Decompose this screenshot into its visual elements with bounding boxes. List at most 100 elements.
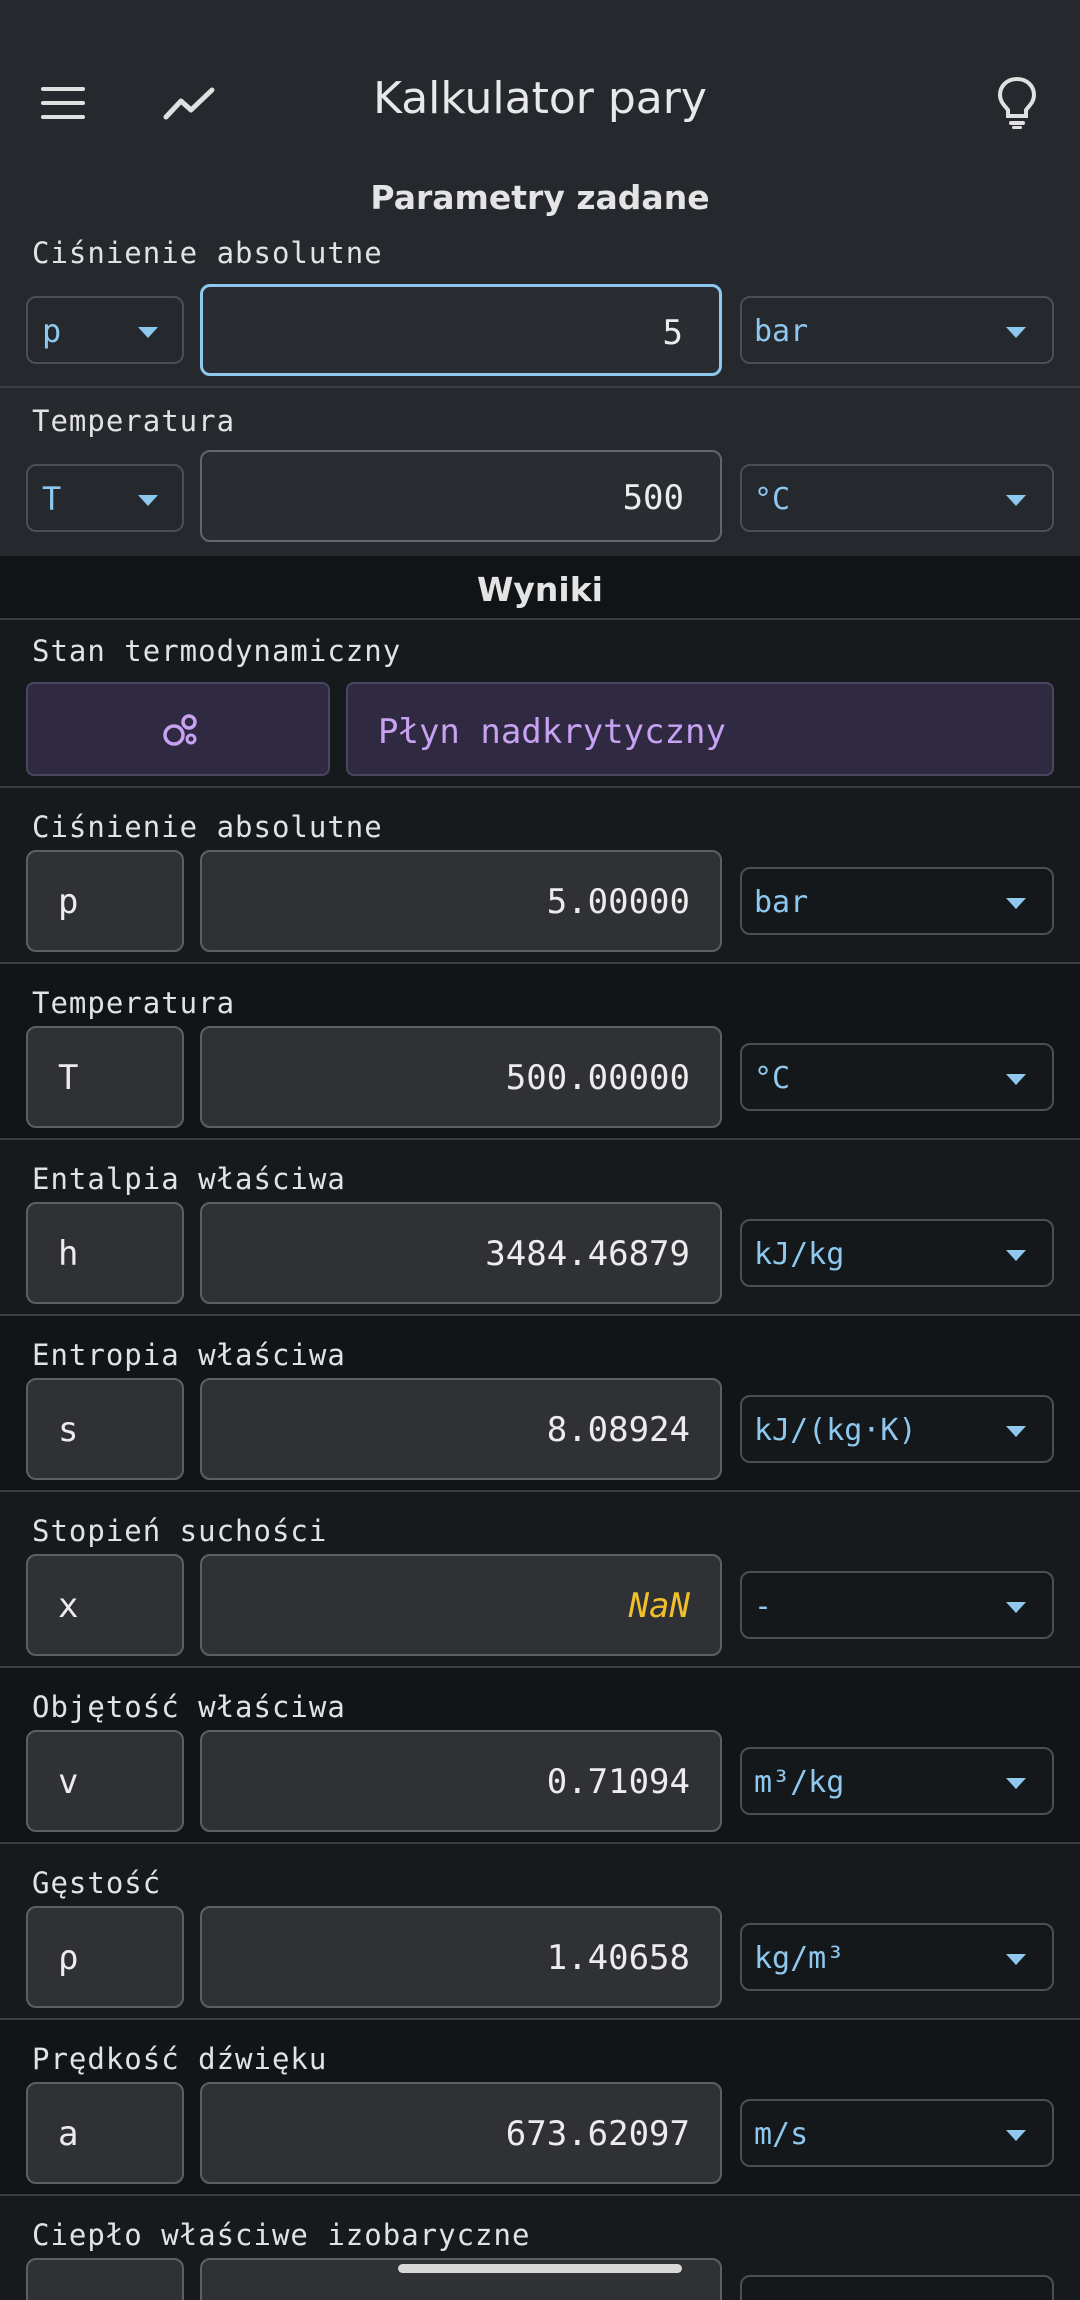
symbol-text: s	[58, 1410, 79, 1450]
result-value: 3484.46879	[485, 1234, 690, 1274]
symbol-text: p	[58, 882, 79, 922]
results-header: Wyniki	[0, 556, 1080, 620]
unit-select[interactable]: m³/kg	[740, 1747, 1054, 1815]
unit-select[interactable]: °C	[740, 1043, 1054, 1111]
symbol-select[interactable]: T	[26, 464, 184, 532]
input-row-pressure: Ciśnienie absolutne p 5 bar	[0, 212, 1080, 388]
result-value: 1.40658	[546, 1938, 690, 1978]
result-row-pressure: Ciśnienie absolutne p 5.00000 bar	[0, 788, 1080, 964]
unit-select-value: bar	[754, 885, 809, 920]
state-value: Płyn nadkrytyczny	[378, 712, 726, 752]
result-row-enthalpy: Entalpia właściwa h 3484.46879 kJ/kg	[0, 1140, 1080, 1316]
result-value: 0.71094	[546, 1762, 690, 1802]
result-row-dryness: Stopień suchości x NaN -	[0, 1492, 1080, 1668]
result-symbol	[26, 2258, 184, 2300]
home-indicator[interactable]	[398, 2264, 682, 2273]
result-label: Entropia właściwa	[32, 1338, 346, 1372]
result-value: NaN	[628, 1586, 690, 1626]
input-label: Ciśnienie absolutne	[32, 236, 383, 270]
state-value-box: Płyn nadkrytyczny	[346, 682, 1054, 776]
result-label: Temperatura	[32, 986, 236, 1020]
symbol-text: v	[58, 1762, 79, 1802]
result-value-field[interactable]: 3484.46879	[200, 1202, 722, 1304]
result-row-density: Gęstość ρ 1.40658 kg/m³	[0, 1844, 1080, 2020]
symbol-text: x	[58, 1586, 79, 1626]
unit-select[interactable]: bar	[740, 296, 1054, 364]
result-symbol: ρ	[26, 1906, 184, 2008]
temperature-input[interactable]: 500	[200, 450, 722, 542]
result-label: Prędkość dźwięku	[32, 2042, 328, 2076]
unit-select-value: °C	[754, 482, 791, 517]
result-row-heat-capacity: Ciepło właściwe izobaryczne	[0, 2196, 1080, 2300]
result-symbol: T	[26, 1026, 184, 1128]
unit-select[interactable]	[740, 2275, 1054, 2300]
result-label: Ciśnienie absolutne	[32, 810, 383, 844]
result-row-sound-speed: Prędkość dźwięku a 673.62097 m/s	[0, 2020, 1080, 2196]
unit-select-value: m/s	[754, 2117, 809, 2152]
result-value-field[interactable]: NaN	[200, 1554, 722, 1656]
result-value: 500.00000	[505, 1058, 690, 1098]
result-label: Stopień suchości	[32, 1514, 328, 1548]
result-value: 673.62097	[505, 2114, 690, 2154]
lightbulb-icon	[997, 76, 1037, 129]
unit-select-value: m³/kg	[754, 1765, 845, 1800]
unit-select[interactable]: kJ/(kg·K)	[740, 1395, 1054, 1463]
pressure-input[interactable]: 5	[200, 284, 722, 376]
unit-select-value: kJ/kg	[754, 1237, 845, 1272]
symbol-select-value: T	[42, 480, 62, 518]
result-value-field[interactable]: 500.00000	[200, 1026, 722, 1128]
result-label: Objętość właściwa	[32, 1690, 346, 1724]
result-symbol: h	[26, 1202, 184, 1304]
unit-select-value: bar	[754, 314, 809, 349]
symbol-text: ρ	[58, 1938, 79, 1978]
unit-select[interactable]: kJ/kg	[740, 1219, 1054, 1287]
symbol-text: h	[58, 1234, 79, 1274]
chevron-down-icon	[1006, 898, 1026, 909]
unit-select-value: -	[754, 1589, 773, 1624]
chevron-down-icon	[1006, 1602, 1026, 1613]
input-value: 5	[662, 313, 683, 353]
symbol-text: a	[58, 2114, 79, 2154]
chart-button[interactable]	[144, 58, 234, 148]
chevron-down-icon	[138, 495, 158, 506]
state-label: Stan termodynamiczny	[32, 634, 402, 668]
input-value: 500	[622, 478, 684, 518]
symbol-select-value: p	[42, 312, 62, 350]
chevron-down-icon	[1006, 1426, 1026, 1437]
unit-select-value: kg/m³	[754, 1941, 845, 1976]
result-row-entropy: Entropia właściwa s 8.08924 kJ/(kg·K)	[0, 1316, 1080, 1492]
hint-button[interactable]	[972, 58, 1062, 148]
chevron-down-icon	[138, 327, 158, 338]
input-section: Kalkulator pary Parametry zadane Ciśnien…	[0, 0, 1080, 556]
unit-select[interactable]: -	[740, 1571, 1054, 1639]
chevron-down-icon	[1006, 1954, 1026, 1965]
chevron-down-icon	[1006, 1250, 1026, 1261]
state-icon-box	[26, 682, 330, 776]
unit-select-value: kJ/(kg·K)	[754, 1413, 917, 1448]
result-value-field[interactable]: 5.00000	[200, 850, 722, 952]
result-label: Ciepło właściwe izobaryczne	[32, 2218, 531, 2252]
result-value-field[interactable]: 0.71094	[200, 1730, 722, 1832]
chevron-down-icon	[1006, 327, 1026, 338]
chevron-down-icon	[1006, 2130, 1026, 2141]
trend-chart-icon	[163, 87, 215, 120]
menu-button[interactable]	[18, 58, 108, 148]
unit-select[interactable]: m/s	[740, 2099, 1054, 2167]
result-value-field[interactable]: 673.62097	[200, 2082, 722, 2184]
unit-select[interactable]: bar	[740, 867, 1054, 935]
result-symbol: s	[26, 1378, 184, 1480]
result-symbol: p	[26, 850, 184, 952]
unit-select[interactable]: kg/m³	[740, 1923, 1054, 1991]
bubbles-icon	[163, 714, 197, 746]
result-value: 5.00000	[546, 882, 690, 922]
result-label: Entalpia właściwa	[32, 1162, 346, 1196]
result-value-field[interactable]: 8.08924	[200, 1378, 722, 1480]
chevron-down-icon	[1006, 1778, 1026, 1789]
symbol-select[interactable]: p	[26, 296, 184, 364]
results-section-title: Wyniki	[477, 570, 603, 609]
chevron-down-icon	[1006, 1074, 1026, 1085]
result-value-field[interactable]: 1.40658	[200, 1906, 722, 2008]
result-row-temperature: Temperatura T 500.00000 °C	[0, 964, 1080, 1140]
menu-icon	[41, 87, 85, 119]
unit-select[interactable]: °C	[740, 464, 1054, 532]
